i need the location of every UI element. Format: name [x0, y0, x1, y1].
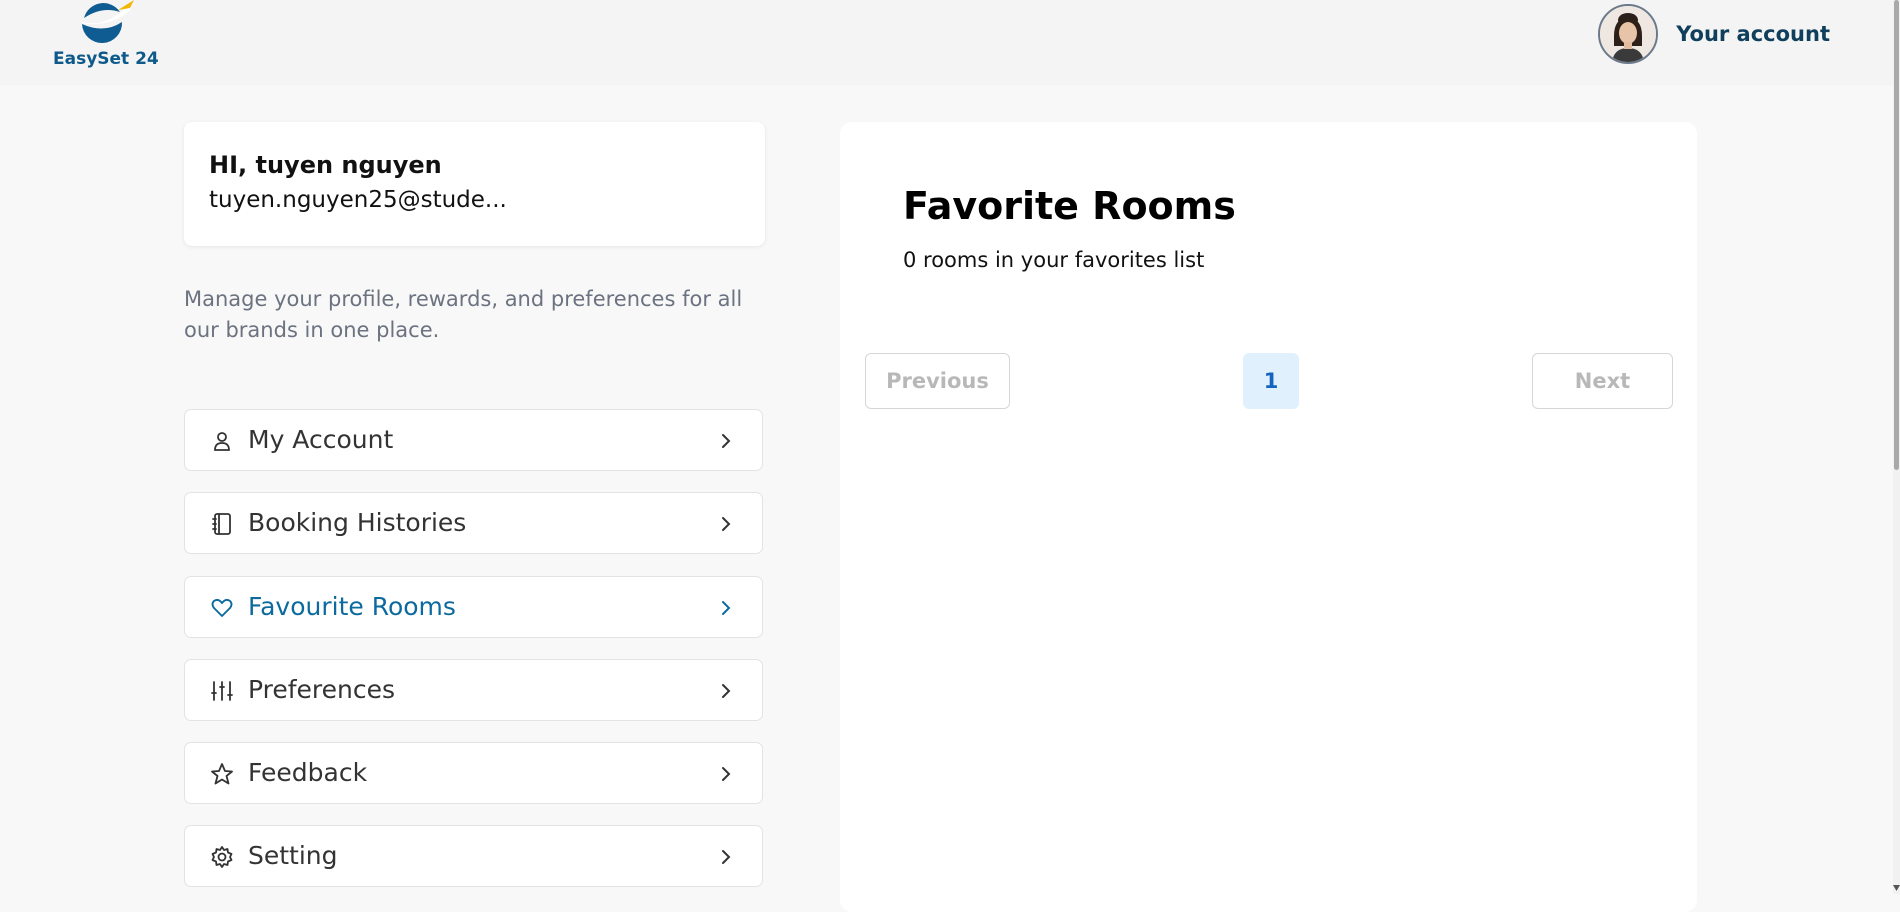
page-number-button[interactable]: 1: [1243, 353, 1299, 409]
menu-label-my-account: My Account: [248, 425, 394, 454]
next-page-button[interactable]: Next: [1532, 353, 1673, 409]
user-email: tuyen.nguyen25@stude...: [209, 187, 507, 213]
greeting-text: HI, tuyen nguyen: [209, 151, 442, 179]
sliders-icon: [211, 681, 233, 701]
heart-icon: [211, 598, 233, 617]
favorite-rooms-panel: Favorite Rooms 0 rooms in your favorites…: [840, 122, 1697, 912]
menu-label-setting: Setting: [248, 841, 338, 870]
gear-icon: [211, 846, 233, 868]
user-icon: [214, 432, 230, 451]
avatar[interactable]: [1598, 4, 1659, 64]
menu-item-setting[interactable]: Setting: [184, 825, 763, 887]
notebook-icon: [212, 513, 231, 535]
menu-label-feedback: Feedback: [248, 758, 368, 787]
chevron-right-icon: [722, 434, 731, 448]
page-title: Favorite Rooms: [903, 184, 1236, 228]
profile-description: Manage your profile, rewards, and prefer…: [184, 287, 743, 342]
chevron-right-icon: [722, 601, 731, 615]
brand-name: EasySet 24: [53, 49, 159, 69]
menu-label-preferences: Preferences: [248, 675, 396, 704]
user-avatar-icon: [1600, 6, 1657, 62]
previous-page-button[interactable]: Previous: [865, 353, 1010, 409]
scrollbar-thumb[interactable]: [1894, 0, 1899, 470]
star-icon: [211, 763, 233, 785]
your-account-label[interactable]: Your account: [1676, 22, 1830, 46]
chevron-right-icon: [722, 684, 731, 698]
profile-card: HI, tuyen nguyen tuyen.nguyen25@stude...: [184, 122, 765, 246]
scroll-down-arrow-icon[interactable]: [1893, 884, 1900, 892]
your-account-button[interactable]: Your account: [1598, 2, 1830, 66]
top-header: EasySet 24 Your account: [0, 0, 1900, 85]
favorites-count: 0 rooms in your favorites list: [903, 248, 1205, 272]
menu-label-booking-histories: Booking Histories: [248, 508, 467, 537]
menu-item-my-account[interactable]: My Account: [184, 409, 763, 471]
plane-globe-logo-icon: [82, 0, 134, 44]
chevron-right-icon: [722, 767, 731, 781]
chevron-right-icon: [722, 517, 731, 531]
menu-item-booking-histories[interactable]: Booking Histories: [184, 492, 763, 554]
chevron-right-icon: [722, 850, 731, 864]
menu-item-favourite-rooms[interactable]: Favourite Rooms: [184, 576, 763, 638]
menu-item-feedback[interactable]: Feedback: [184, 742, 763, 804]
menu-item-preferences[interactable]: Preferences: [184, 659, 763, 721]
menu-label-favourite-rooms: Favourite Rooms: [248, 592, 456, 621]
page-scrollbar[interactable]: [1893, 0, 1900, 894]
brand-logo[interactable]: EasySet 24: [50, 0, 160, 80]
